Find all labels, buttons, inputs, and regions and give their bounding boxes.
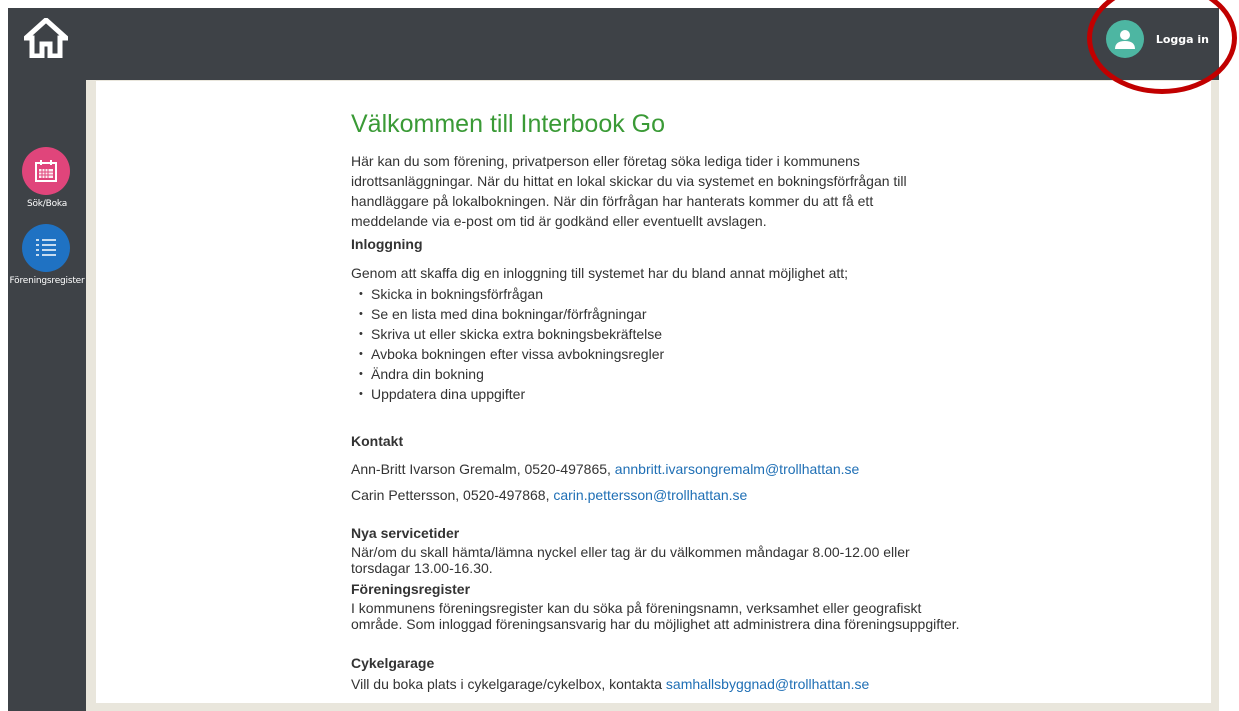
login-intro-text: Genom att skaffa dig en inloggning till … (351, 265, 849, 281)
sidebar-item-association-registry[interactable]: Föreningsregister (8, 224, 86, 286)
list-item: Uppdatera dina uppgifter (351, 384, 664, 404)
sidebar-item-label: Föreningsregister (9, 276, 85, 286)
registry-heading: Föreningsregister (351, 581, 471, 597)
sidebar-item-label: Sök/Boka (26, 199, 68, 209)
registry-text: I kommunens föreningsregister kan du sök… (351, 600, 960, 632)
sidebar-item-search-book[interactable]: Sök/Boka (8, 147, 86, 209)
contact-line: Ann-Britt Ivarson Gremalm, 0520-497865, … (351, 461, 859, 477)
service-text: När/om du skall hämta/lämna nyckel eller… (351, 544, 910, 576)
contact-text: Carin Pettersson, 0520-497868, (351, 487, 554, 503)
list-item: Skriva ut eller skicka extra bokningsbek… (351, 324, 664, 344)
list-item: Ändra din bokning (351, 364, 664, 384)
contact-text: Ann-Britt Ivarson Gremalm, 0520-497865, (351, 461, 615, 477)
association-registry-circle (22, 224, 70, 272)
list-icon (36, 239, 56, 256)
login-button[interactable]: Logga in (1105, 19, 1209, 59)
home-icon (19, 16, 73, 59)
intro-text: Här kan du som förening, privatperson el… (351, 153, 907, 229)
sidebar: Sök/Boka Föreningsregister (8, 72, 86, 711)
avatar (1105, 20, 1144, 58)
benefits-list: Skicka in bokningsförfrågan Se en lista … (351, 284, 664, 404)
user-icon (1114, 30, 1135, 49)
bike-text: Vill du boka plats i cykelgarage/cykelbo… (351, 676, 666, 692)
contact-email-link[interactable]: carin.pettersson@trollhattan.se (553, 487, 747, 503)
contact-line: Carin Pettersson, 0520-497868, carin.pet… (351, 487, 747, 503)
home-button[interactable] (19, 16, 73, 59)
login-heading: Inloggning (351, 236, 423, 252)
search-book-circle (22, 147, 70, 195)
list-item: Se en lista med dina bokningar/förfrågni… (351, 304, 664, 324)
list-item: Avboka bokningen efter vissa avbokningsr… (351, 344, 664, 364)
page-title: Välkommen till Interbook Go (351, 110, 666, 138)
list-item: Skicka in bokningsförfrågan (351, 284, 664, 304)
service-heading: Nya servicetider (351, 525, 460, 541)
bike-heading: Cykelgarage (351, 655, 435, 671)
contact-email-link[interactable]: annbritt.ivarsongremalm@trollhattan.se (615, 461, 860, 477)
bike-email-link[interactable]: samhallsbyggnad@trollhattan.se (666, 676, 869, 692)
bike-text-line: Vill du boka plats i cykelgarage/cykelbo… (351, 676, 961, 692)
login-label: Logga in (1155, 32, 1209, 46)
contact-heading: Kontakt (351, 433, 404, 449)
top-bar: Logga in (8, 8, 1219, 72)
calendar-icon (35, 160, 57, 182)
